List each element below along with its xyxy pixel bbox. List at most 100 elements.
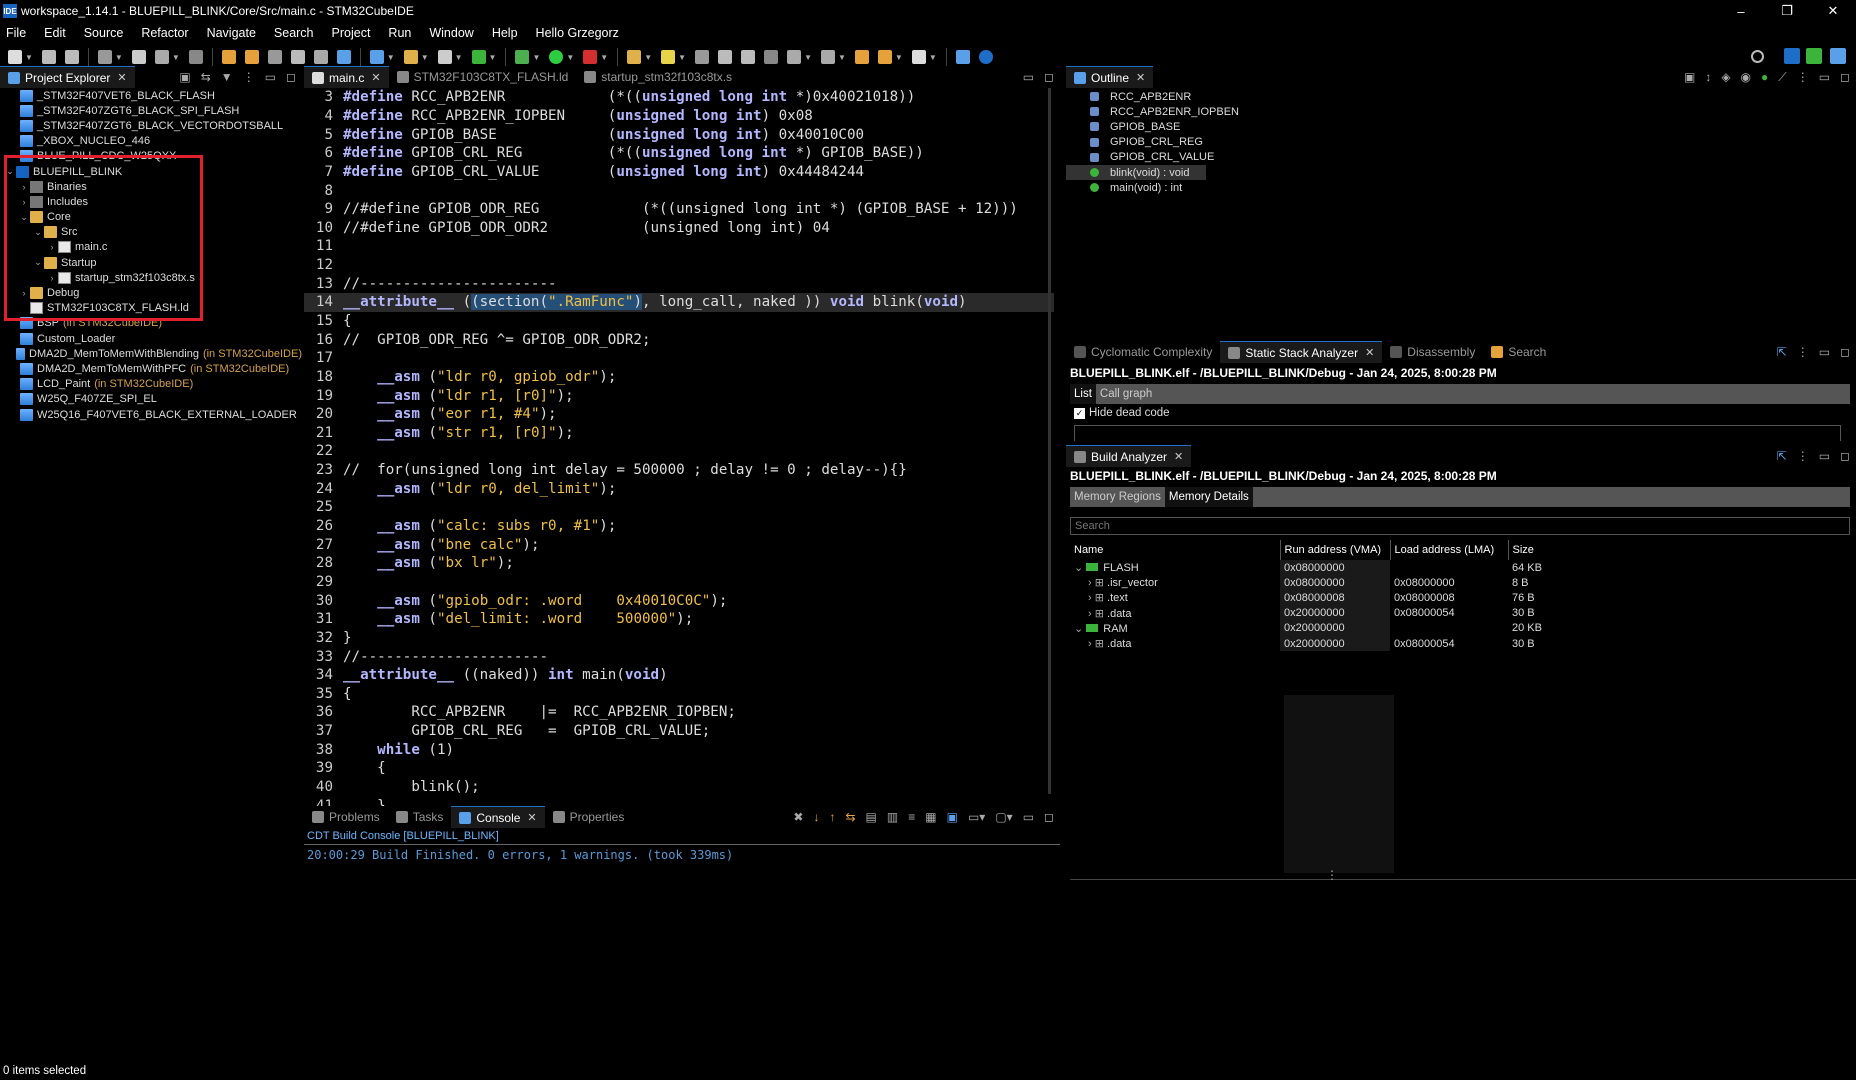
outline-item[interactable]: RCC_APB2ENR: [1066, 89, 1856, 104]
info-icon[interactable]: [978, 50, 993, 64]
code-text[interactable]: // for(unsigned long int delay = 500000 …: [339, 462, 907, 478]
subtab-memory-details[interactable]: Memory Details: [1164, 487, 1253, 507]
code-text[interactable]: #define GPIOB_CRL_REG (*((unsigned long …: [339, 145, 924, 161]
col-lma[interactable]: Load address (LMA): [1390, 540, 1509, 560]
annotation-dropdown-icon[interactable]: ▼: [804, 53, 812, 62]
tree-item[interactable]: DMA2D_MemToMemWithPFC (in STM32CubeIDE): [0, 361, 302, 376]
refresh-icon[interactable]: [471, 50, 486, 64]
close-icon[interactable]: ✕: [1174, 450, 1183, 463]
open-console-icon[interactable]: ▢▾: [995, 810, 1012, 824]
tab-static-stack-analyzer[interactable]: Static Stack Analyzer ✕: [1220, 341, 1383, 363]
tab-flash-ld[interactable]: STM32F103C8TX_FLASH.ld: [389, 66, 577, 88]
code-text[interactable]: //----------------------: [339, 649, 548, 665]
minimize-icon[interactable]: ▭: [265, 70, 276, 84]
show-whitespace-icon[interactable]: [718, 50, 733, 64]
block-selection-icon[interactable]: [741, 50, 756, 64]
open-perspective-icon[interactable]: [336, 50, 351, 64]
list-icon[interactable]: ≡: [908, 810, 915, 824]
close-icon[interactable]: ✕: [1365, 346, 1374, 359]
hide-fields-icon[interactable]: ◈: [1721, 70, 1730, 85]
run-dropdown-icon[interactable]: ▼: [566, 53, 574, 62]
maximize-icon[interactable]: ◻: [1840, 345, 1850, 359]
menu-project[interactable]: Project: [332, 26, 371, 40]
checkbox-checked-icon[interactable]: ✓: [1074, 407, 1085, 419]
code-text[interactable]: __asm ("str r1, [r0]");: [339, 425, 574, 441]
code-text[interactable]: __asm ("ldr r1, [r0]");: [339, 388, 574, 404]
word-wrap-icon[interactable]: ▤: [866, 810, 877, 824]
next-annotation-dropdown-icon[interactable]: ▼: [838, 53, 846, 62]
code-text[interactable]: __attribute__ ((section(".RamFunc"), lon…: [339, 294, 967, 311]
code-text[interactable]: __attribute__ ((naked)) int main(void): [339, 667, 668, 683]
tab-main-c[interactable]: main.c ✕: [304, 66, 389, 88]
menu-help[interactable]: Help: [492, 26, 518, 40]
tree-item[interactable]: _STM32F407ZGT6_BLACK_VECTORDOTSBALL: [0, 118, 302, 133]
tree-item[interactable]: Custom_Loader: [0, 331, 302, 346]
minimize-icon[interactable]: ▭: [1023, 810, 1034, 824]
maximize-icon[interactable]: ◻: [1840, 449, 1850, 463]
debug-perspective-icon[interactable]: [1806, 48, 1822, 64]
console-output[interactable]: 20:00:29 Build Finished. 0 errors, 1 war…: [307, 848, 733, 862]
open-folder-icon[interactable]: [403, 50, 418, 64]
code-text[interactable]: blink();: [339, 779, 479, 795]
menu-window[interactable]: Window: [429, 26, 473, 40]
close-button[interactable]: ✕: [1810, 0, 1856, 22]
hammer-icon[interactable]: [154, 50, 169, 64]
scroll-lock-icon[interactable]: ⇆: [845, 810, 855, 824]
close-icon[interactable]: ✕: [117, 71, 126, 84]
code-text[interactable]: __asm ("eor r1, #4");: [339, 406, 556, 422]
outline-item[interactable]: GPIOB_BASE: [1066, 119, 1856, 134]
code-text[interactable]: __asm ("bx lr");: [339, 555, 514, 571]
view-menu-icon[interactable]: ⋮: [243, 70, 255, 84]
new-file-icon[interactable]: [437, 50, 452, 64]
code-text[interactable]: __asm ("gpiob_odr: .word 0x40010C0C");: [339, 593, 727, 609]
tree-item[interactable]: _STM32F407ZGT6_BLACK_SPI_FLASH: [0, 103, 302, 118]
code-text[interactable]: // GPIOB_ODR_REG ^= GPIOB_ODR_ODR2;: [339, 332, 651, 348]
maximize-icon[interactable]: ◻: [1044, 70, 1054, 84]
debug-icon[interactable]: [515, 50, 530, 64]
outline-item[interactable]: GPIOB_CRL_REG: [1066, 135, 1856, 150]
menu-hello-grzegorz[interactable]: Hello Grzegorz: [536, 26, 619, 40]
highlight-dropdown-icon[interactable]: ▼: [678, 53, 686, 62]
maximize-icon[interactable]: ◻: [286, 70, 296, 84]
edit-icon[interactable]: [695, 50, 710, 64]
table-row[interactable]: ⌄ RAM 0x20000000 20 KB: [1070, 620, 1852, 636]
debug-dropdown-icon[interactable]: ▼: [532, 53, 540, 62]
last-edit-icon[interactable]: [854, 50, 869, 64]
show-console-icon[interactable]: ▥: [887, 810, 898, 824]
code-text[interactable]: #define RCC_APB2ENR (*((unsigned long in…: [339, 89, 915, 105]
hide-dead-code-checkbox[interactable]: ✓ Hide dead code: [1074, 407, 1170, 419]
redo-icon[interactable]: [244, 50, 259, 64]
code-text[interactable]: #define RCC_APB2ENR_IOPBEN (unsigned lon…: [339, 108, 813, 124]
menu-navigate[interactable]: Navigate: [207, 26, 256, 40]
new-file-dropdown-icon[interactable]: ▼: [455, 53, 463, 62]
hide-nonpublic-icon[interactable]: ●: [1761, 70, 1768, 85]
new-dropdown-icon[interactable]: ▼: [25, 53, 33, 62]
editor-scrollbar[interactable]: [1048, 88, 1051, 794]
tree-item[interactable]: DMA2D_MemToMemWithBlending (in STM32CubeI…: [0, 346, 302, 361]
tree-item[interactable]: LCD_Paint (in STM32CubeIDE): [0, 377, 302, 392]
menu-run[interactable]: Run: [388, 26, 411, 40]
table-row[interactable]: › ⊞ .data 0x20000000 0x08000054 30 B: [1070, 635, 1852, 652]
tab-console[interactable]: Console ✕: [451, 806, 545, 828]
display-console-icon[interactable]: ▭▾: [968, 810, 985, 824]
minimize-icon[interactable]: ▭: [1819, 345, 1830, 359]
tree-item[interactable]: _XBOX_NUCLEO_446: [0, 134, 302, 149]
code-text[interactable]: __asm ("ldr r0, del_limit");: [339, 481, 616, 497]
tree-item[interactable]: _STM32F407VET6_BLACK_FLASH: [0, 88, 302, 103]
col-name[interactable]: Name: [1070, 540, 1281, 560]
collapse-icon[interactable]: ▣: [1684, 70, 1695, 85]
config-dropdown-icon[interactable]: ▼: [115, 53, 123, 62]
code-text[interactable]: GPIOB_CRL_REG = GPIOB_CRL_VALUE;: [339, 723, 710, 739]
new-project-icon[interactable]: [369, 50, 384, 64]
code-text[interactable]: RCC_APB2ENR |= RCC_APB2ENR_IOPBEN;: [339, 704, 736, 720]
tab-properties[interactable]: Properties: [545, 806, 633, 828]
subtab-list[interactable]: List: [1070, 384, 1096, 404]
refresh-dropdown-icon[interactable]: ▼: [489, 53, 497, 62]
run-icon[interactable]: [549, 50, 564, 64]
filter-icon[interactable]: ▼: [221, 70, 233, 84]
minimize-icon[interactable]: ▭: [1819, 70, 1830, 85]
outline-item[interactable]: GPIOB_CRL_VALUE: [1066, 150, 1856, 165]
code-text[interactable]: }: [339, 798, 386, 806]
tab-build-analyzer[interactable]: Build Analyzer ✕: [1066, 445, 1192, 467]
back-icon[interactable]: [877, 50, 892, 64]
